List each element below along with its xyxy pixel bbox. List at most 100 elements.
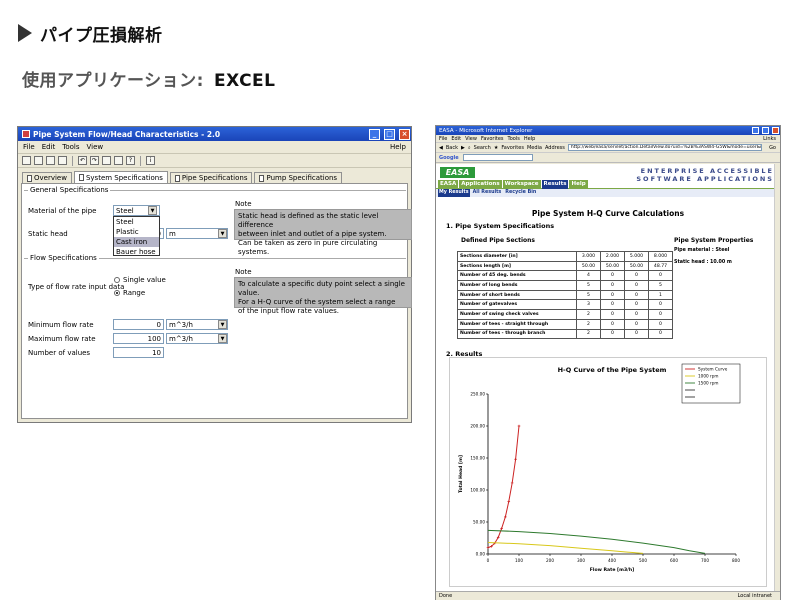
back-icon[interactable]: ◀: [439, 145, 443, 151]
maximize-button[interactable]: [762, 127, 769, 134]
radio-circle-icon[interactable]: [114, 277, 120, 283]
app-icon: [22, 130, 30, 138]
open-folder-icon[interactable]: [34, 156, 43, 165]
chevron-down-icon[interactable]: ▼: [218, 334, 227, 343]
close-button[interactable]: ×: [399, 128, 410, 140]
redo-icon[interactable]: ↷: [90, 156, 99, 165]
links-label[interactable]: Links: [763, 136, 776, 142]
table-row: Number of gatevalves 3 0 0 0: [457, 299, 673, 311]
chevron-down-icon[interactable]: ▼: [148, 206, 157, 215]
menu-help[interactable]: Help: [390, 143, 406, 151]
tab-overview[interactable]: Overview: [22, 172, 72, 183]
print-icon[interactable]: [58, 156, 67, 165]
undo-icon[interactable]: ↶: [78, 156, 87, 165]
info-icon[interactable]: i: [146, 156, 155, 165]
radio-selected-icon[interactable]: [114, 290, 120, 296]
subnav-all-results[interactable]: All Results: [472, 189, 503, 197]
nav-workspace[interactable]: Workspace: [502, 180, 541, 189]
min-flow-input[interactable]: 0: [113, 319, 164, 330]
menu-file[interactable]: File: [439, 136, 447, 142]
menu-view[interactable]: View: [87, 143, 104, 151]
browser-titlebar[interactable]: EASA - Microsoft Internet Explorer: [436, 126, 780, 135]
media-label[interactable]: Media: [527, 145, 542, 151]
toolbar-divider: [72, 155, 73, 166]
radio-single-value[interactable]: Single value: [114, 276, 166, 284]
spell-icon[interactable]: [114, 156, 123, 165]
hq-chart-svg: H-Q Curve of the Pipe System 0.00 50.00 100…: [458, 363, 740, 573]
material-option[interactable]: Plastic: [114, 227, 159, 237]
table-cell: 1: [648, 289, 673, 301]
radio-range[interactable]: Range: [114, 289, 145, 297]
save-icon[interactable]: [46, 156, 55, 165]
menu-tools[interactable]: Tools: [62, 143, 79, 151]
nav-easa[interactable]: EASA: [438, 180, 459, 189]
legend-entry: 1500 rpm: [698, 381, 718, 386]
series-line-1: [487, 541, 644, 554]
nav-applications[interactable]: Applications: [459, 180, 502, 189]
address-input[interactable]: http://web/easa/servlet/action.DetailVie…: [567, 144, 763, 151]
material-select[interactable]: Steel ▼: [113, 205, 160, 216]
material-option[interactable]: Bauer hose: [114, 247, 159, 257]
favorites-label[interactable]: Favorites: [501, 145, 524, 151]
subnav-recycle-bin[interactable]: Recycle Bin: [504, 189, 537, 197]
go-button[interactable]: Go: [769, 145, 776, 151]
search-label[interactable]: Search: [474, 145, 491, 151]
y-tick-label: 250.00: [470, 392, 485, 397]
menu-help[interactable]: Help: [524, 136, 535, 142]
chevron-down-icon[interactable]: ▼: [218, 229, 227, 238]
y-axis-label: Total Head [m]: [458, 455, 464, 493]
vertical-scrollbar[interactable]: [774, 164, 780, 591]
table-cell: 0: [624, 299, 649, 311]
min-flow-unit-select[interactable]: m^3/h ▼: [166, 319, 228, 330]
nav-help[interactable]: Help: [569, 180, 588, 189]
run-icon[interactable]: [102, 156, 111, 165]
app-titlebar[interactable]: Pipe System Flow/Head Characteristics - …: [18, 127, 411, 141]
menu-tools[interactable]: Tools: [508, 136, 520, 142]
app-title: Pipe System Flow/Head Characteristics - …: [33, 129, 221, 139]
menu-edit[interactable]: Edit: [42, 143, 56, 151]
search-icon[interactable]: ⌕: [468, 145, 471, 151]
tab-system-specifications[interactable]: System Specifications: [73, 171, 168, 183]
table-cell: 8.000: [648, 251, 673, 262]
maximize-button[interactable]: □: [384, 128, 395, 140]
menu-edit[interactable]: Edit: [451, 136, 461, 142]
chevron-down-icon[interactable]: ▼: [218, 320, 227, 329]
tab-pump-specifications[interactable]: Pump Specifications: [254, 172, 343, 183]
tab-pipe-specifications[interactable]: Pipe Specifications: [169, 172, 253, 183]
forward-icon[interactable]: ▶: [461, 145, 465, 151]
browser-statusbar: Done Local intranet: [436, 591, 780, 600]
google-toolbar: Google: [436, 153, 780, 163]
favorites-icon[interactable]: ★: [494, 145, 498, 151]
static-head-unit: m: [169, 229, 176, 238]
close-button[interactable]: [772, 127, 779, 134]
max-flow-input[interactable]: 100: [113, 333, 164, 344]
easa-tagline: ENTERPRISE ACCESSIBLE SOFTWARE APPLICATI…: [636, 167, 774, 183]
google-label: Google: [439, 154, 459, 161]
x-tick-label: 200: [546, 558, 554, 563]
new-file-icon[interactable]: [22, 156, 31, 165]
nav-results[interactable]: Results: [541, 180, 569, 189]
minimize-button[interactable]: [752, 127, 759, 134]
help-icon[interactable]: ?: [126, 156, 135, 165]
menu-view[interactable]: View: [465, 136, 477, 142]
back-label[interactable]: Back: [446, 145, 458, 151]
x-tick-label: 300: [577, 558, 585, 563]
table-cell: 0: [648, 309, 673, 320]
max-flow-unit-select[interactable]: m^3/h ▼: [166, 333, 228, 344]
num-values-input[interactable]: 10: [113, 347, 164, 358]
prop-material: Pipe material : Steel: [674, 248, 730, 253]
document-icon: [27, 174, 32, 182]
google-search-input[interactable]: [462, 154, 533, 161]
table-cell: 2: [576, 309, 601, 320]
legend-entry: 1000 rpm: [698, 374, 718, 379]
table-row-label: Sections length [m]: [457, 260, 577, 272]
menu-file[interactable]: File: [23, 143, 35, 151]
minimize-button[interactable]: _: [369, 128, 380, 140]
material-option[interactable]: Steel: [114, 217, 159, 227]
material-option-highlighted[interactable]: Cast iron: [114, 237, 159, 247]
tab-label: Pipe Specifications: [181, 174, 248, 182]
menu-favorites[interactable]: Favorites: [481, 136, 504, 142]
easa-header: EASA ENTERPRISE ACCESSIBLE SOFTWARE APPL…: [436, 164, 780, 189]
static-head-unit-select[interactable]: m ▼: [166, 228, 228, 239]
subnav-my-results[interactable]: My Results: [438, 189, 470, 197]
